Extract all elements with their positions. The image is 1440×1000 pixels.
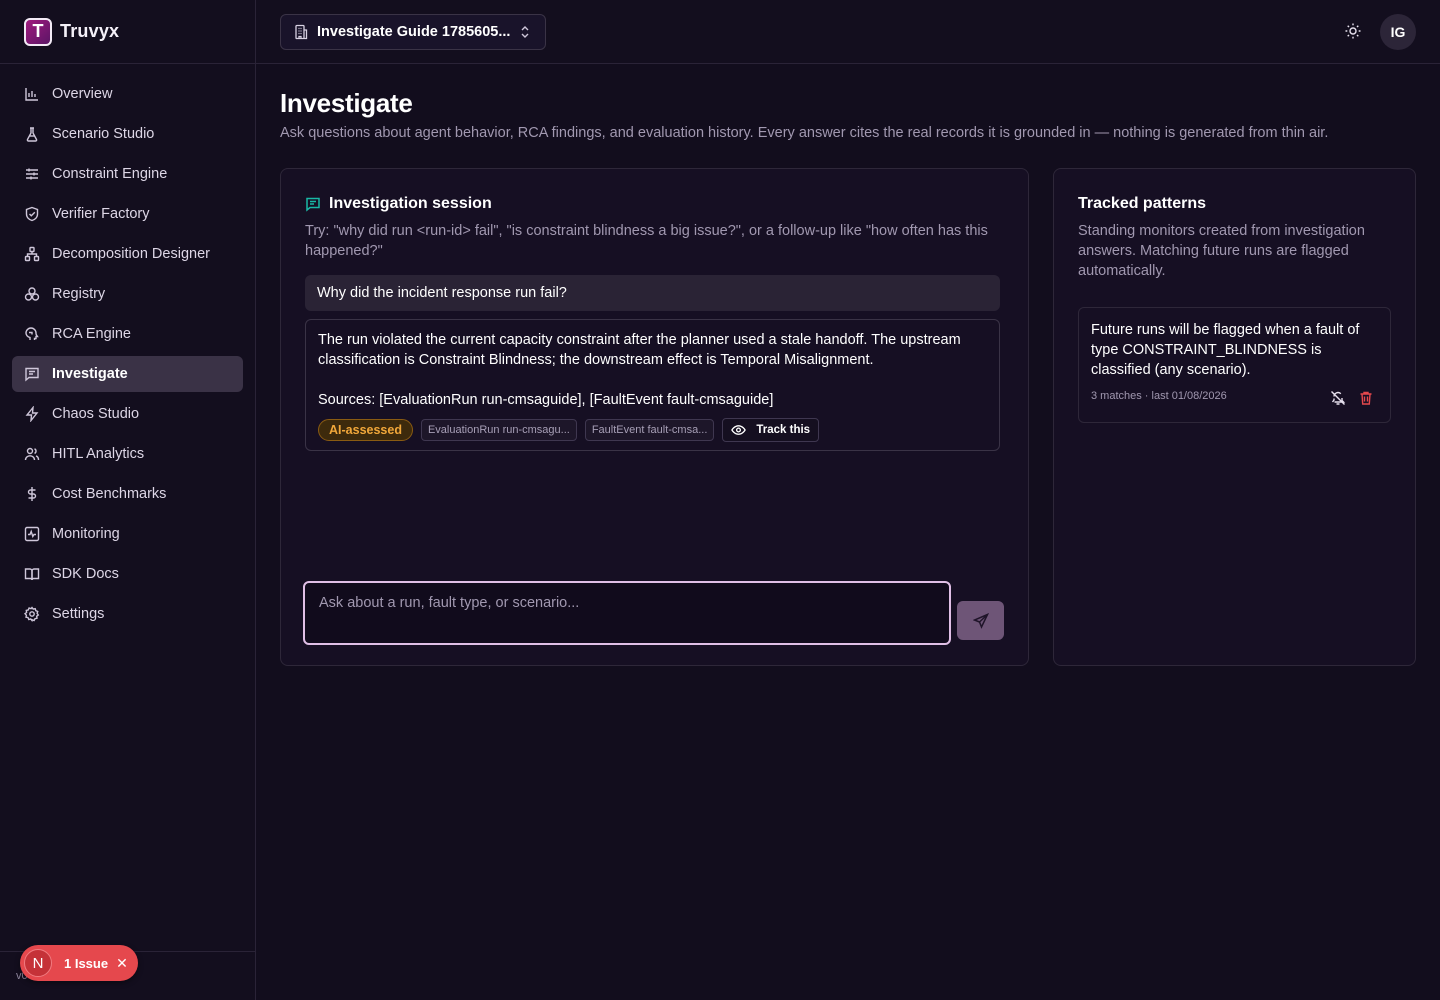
sidebar-item-label: Chaos Studio (52, 406, 140, 422)
building-icon (293, 24, 309, 40)
gear-icon (24, 606, 40, 622)
sliders-icon (24, 166, 40, 182)
topbar: Investigate Guide 1785605... IG (256, 0, 1440, 64)
sidebar-item-label: Cost Benchmarks (52, 486, 167, 502)
bar-chart-icon (24, 86, 40, 102)
pattern-item: Future runs will be flagged when a fault… (1078, 307, 1391, 423)
patterns-title: Tracked patterns (1078, 195, 1391, 213)
sidebar-item-hitl-analytics[interactable]: HITL Analytics (12, 436, 243, 472)
sidebar-item-rca-engine[interactable]: RCA Engine (12, 316, 243, 352)
sidebar-item-chaos-studio[interactable]: Chaos Studio (12, 396, 243, 432)
sidebar-item-label: Monitoring (52, 526, 120, 542)
sidebar-item-label: Registry (52, 286, 106, 302)
session-title: Investigation session (305, 195, 1000, 213)
sidebar: T Truvyx Overview Scenario Studio Constr… (0, 0, 256, 1000)
brand-name: Truvyx (60, 21, 120, 41)
issues-badge[interactable]: N 1 Issue ✕ (20, 945, 138, 981)
avatar[interactable]: IG (1380, 14, 1416, 50)
issues-count: 1 Issue (64, 955, 109, 971)
session-hint: Try: "why did run <run-id> fail", "is co… (305, 223, 988, 259)
shield-check-icon (24, 206, 40, 222)
pattern-actions (1330, 390, 1374, 406)
sidebar-nav: Overview Scenario Studio Constraint Engi… (0, 64, 255, 648)
sidebar-item-label: Overview (52, 86, 113, 102)
pattern-description: Future runs will be flagged when a fault… (1091, 322, 1360, 378)
user-question: Why did the incident response run fail? (305, 275, 1000, 311)
sidebar-item-label: Investigate (52, 366, 128, 382)
tracked-patterns-card: Tracked patterns Standing monitors creat… (1053, 168, 1416, 666)
sidebar-item-label: RCA Engine (52, 326, 131, 342)
sidebar-item-label: SDK Docs (52, 566, 119, 582)
page-subtitle: Ask questions about agent behavior, RCA … (280, 125, 1329, 141)
brand-logo: T (24, 17, 52, 46)
sidebar-footer: v0 N 1 Issue ✕ (0, 945, 255, 1000)
next-logo-icon: N (24, 949, 52, 977)
workspace-name: Investigate Guide 1785605... (317, 24, 511, 40)
answer-chips: AI-assessed EvaluationRun run-cmsagu... … (318, 418, 987, 442)
trash-icon[interactable] (1358, 390, 1374, 406)
bolt-icon (24, 406, 40, 422)
track-this-button[interactable]: Track this (722, 418, 820, 442)
sidebar-item-label: Constraint Engine (52, 166, 168, 182)
sidebar-item-label: HITL Analytics (52, 446, 145, 462)
answer-text: The run violated the current capacity co… (318, 332, 961, 368)
source-chip-fault-event[interactable]: FaultEvent fault-cmsa... (584, 419, 715, 441)
sidebar-item-verifier-factory[interactable]: Verifier Factory (12, 196, 243, 232)
chevron-up-down-icon (519, 25, 531, 39)
sidebar-item-constraint-engine[interactable]: Constraint Engine (12, 156, 243, 192)
investigation-session-card: Investigation session Try: "why did run … (280, 168, 1029, 666)
page-title: Investigate (280, 88, 413, 118)
book-icon (24, 566, 40, 582)
sidebar-item-cost-benchmarks[interactable]: Cost Benchmarks (12, 476, 243, 512)
sidebar-item-label: Scenario Studio (52, 126, 155, 142)
answer-sources: Sources: [EvaluationRun run-cmsaguide], … (318, 392, 774, 408)
patterns-title-text: Tracked patterns (1078, 195, 1207, 212)
main-content: Investigate Ask questions about agent be… (280, 64, 1416, 666)
sidebar-item-overview[interactable]: Overview (12, 76, 243, 112)
source-chip-evaluation-run[interactable]: EvaluationRun run-cmsagu... (420, 419, 577, 441)
boxes-icon (24, 286, 40, 302)
brain-icon (24, 326, 40, 342)
sidebar-item-decomposition-designer[interactable]: Decomposition Designer (12, 236, 243, 272)
track-this-label: Track this (756, 424, 811, 436)
sidebar-item-sdk-docs[interactable]: SDK Docs (12, 556, 243, 592)
sidebar-item-registry[interactable]: Registry (12, 276, 243, 312)
close-icon[interactable]: ✕ (116, 955, 128, 972)
network-icon (24, 246, 40, 262)
sidebar-item-investigate[interactable]: Investigate (12, 356, 243, 392)
patterns-desc: Standing monitors created from investiga… (1078, 223, 1365, 279)
send-icon (972, 612, 989, 629)
bell-off-icon[interactable] (1330, 390, 1346, 406)
sidebar-item-scenario-studio[interactable]: Scenario Studio (12, 116, 243, 152)
activity-icon (24, 526, 40, 542)
users-icon (24, 446, 40, 462)
ai-assessed-badge: AI-assessed (318, 419, 413, 441)
session-title-text: Investigation session (329, 195, 492, 212)
sun-icon[interactable] (1344, 22, 1362, 40)
message-icon (24, 366, 40, 382)
dollar-icon (24, 486, 40, 502)
sidebar-item-label: Verifier Factory (52, 206, 150, 222)
eye-icon (731, 424, 747, 436)
assistant-answer: The run violated the current capacity co… (305, 319, 1000, 451)
send-button[interactable] (957, 601, 1004, 640)
sidebar-item-settings[interactable]: Settings (12, 596, 243, 632)
sidebar-item-label: Settings (52, 606, 105, 622)
ask-input[interactable]: Ask about a run, fault type, or scenario… (303, 581, 951, 645)
sidebar-item-label: Decomposition Designer (52, 246, 210, 262)
brand[interactable]: T Truvyx (0, 0, 255, 64)
sidebar-item-monitoring[interactable]: Monitoring (12, 516, 243, 552)
flask-icon (24, 126, 40, 142)
workspace-selector[interactable]: Investigate Guide 1785605... (280, 14, 546, 50)
message-square-icon (305, 196, 321, 212)
